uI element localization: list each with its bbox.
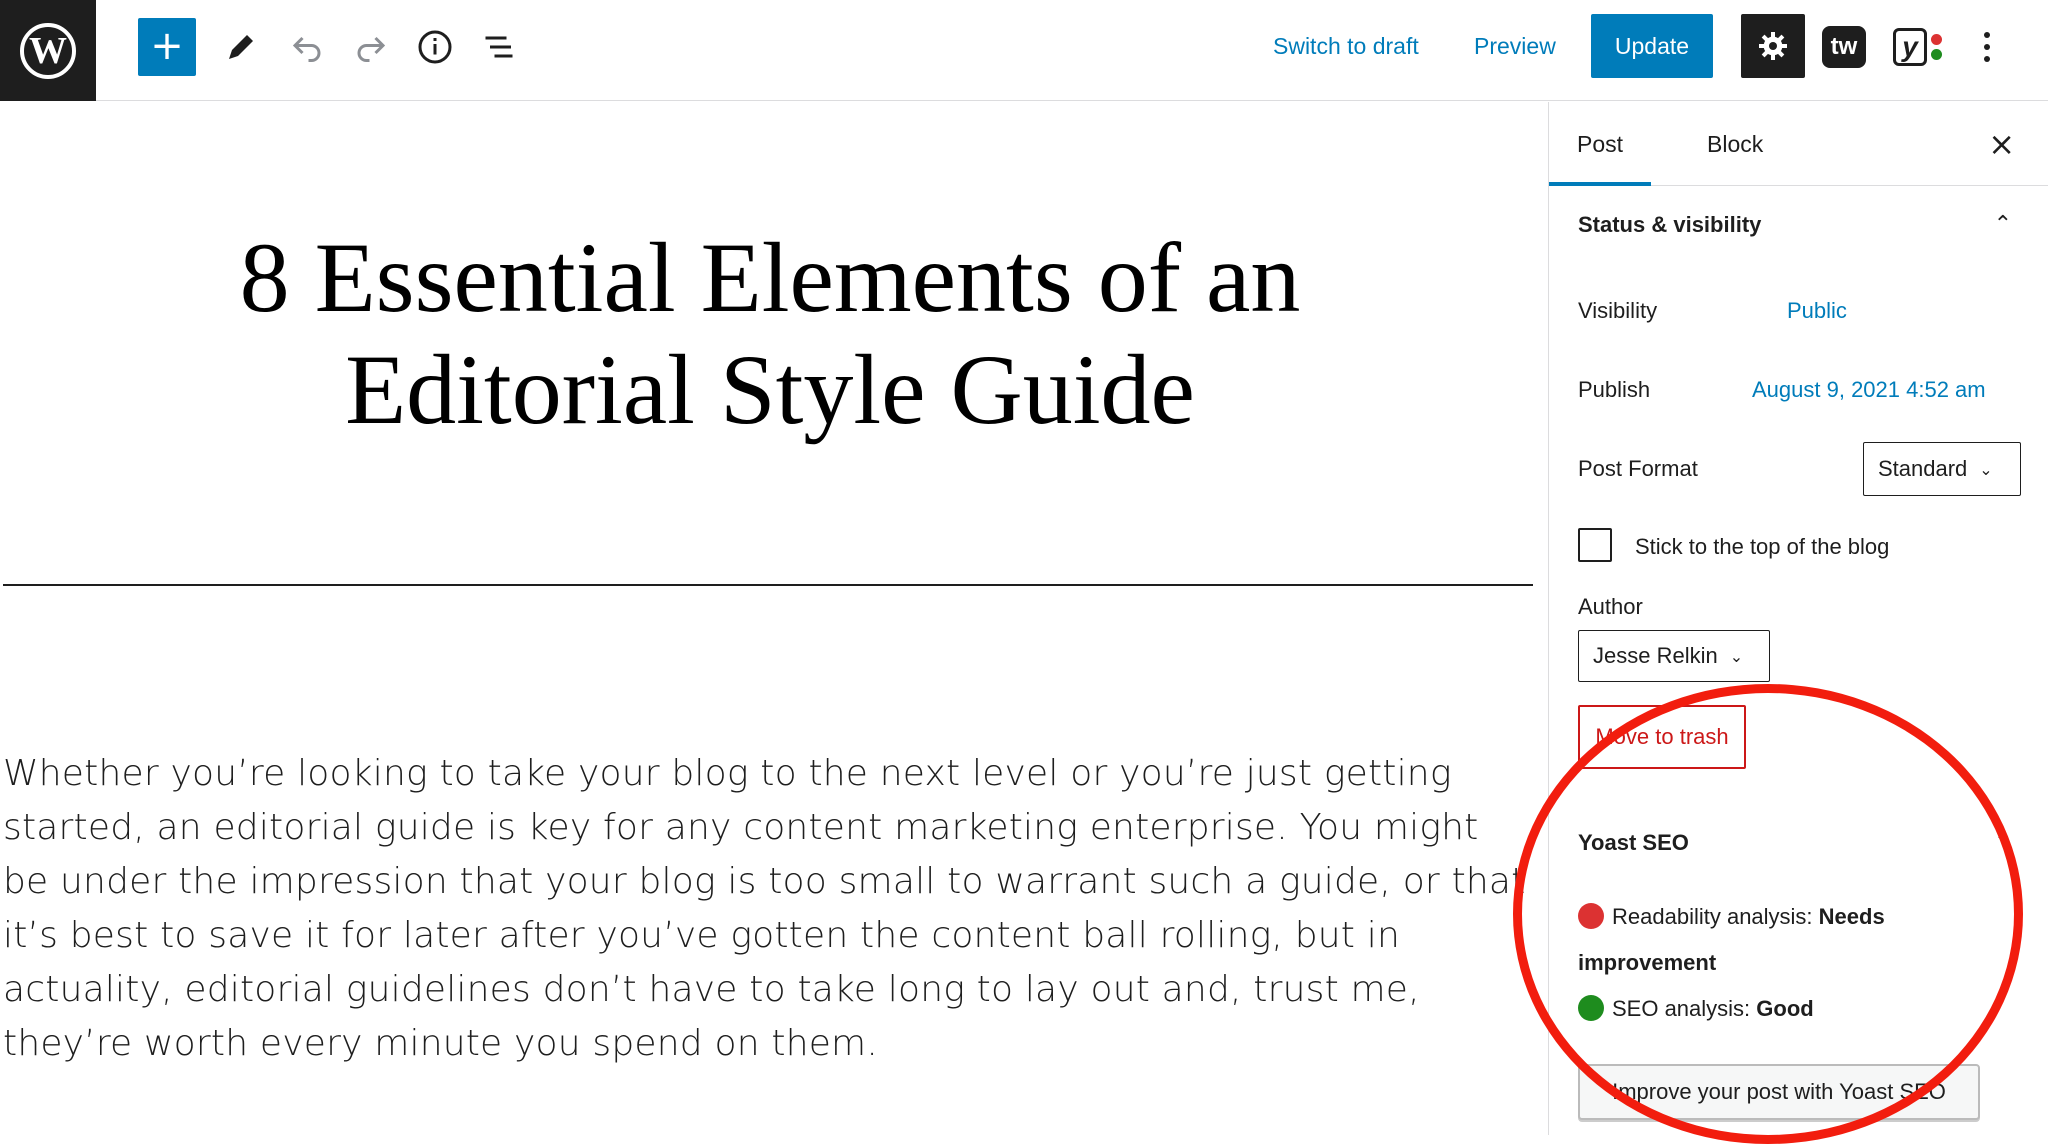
sticky-label: Stick to the top of the blog — [1635, 534, 1890, 559]
close-icon[interactable]: × — [1988, 126, 2015, 162]
gear-icon — [1759, 32, 1787, 60]
post-format-label: Post Format — [1578, 456, 1698, 481]
chevron-up-icon[interactable]: ⌃ — [1994, 830, 2012, 855]
author-value: Jesse Relkin — [1593, 643, 1718, 668]
post-format-value: Standard — [1878, 456, 1968, 481]
visibility-label: Visibility — [1578, 298, 1658, 323]
yoast-icon: y — [1893, 28, 1927, 66]
switch-to-draft-button[interactable]: Switch to draft — [1273, 28, 1419, 64]
seo-analysis: SEO analysis: Good — [1578, 986, 1998, 1032]
seo-score: Good — [1756, 996, 1814, 1021]
update-button[interactable]: Update — [1591, 14, 1713, 78]
seo-label: SEO analysis: — [1612, 996, 1757, 1021]
publish-date[interactable]: August 9, 2021 4:52 am — [1752, 377, 1986, 403]
info-icon[interactable] — [410, 22, 460, 72]
wordpress-logo-button[interactable]: W — [0, 0, 96, 101]
author-label: Author — [1578, 594, 1643, 619]
editor-toolbar: W + Switch to draft Preview Update tw y — [0, 0, 2048, 101]
improve-with-yoast-button[interactable]: Improve your post with Yoast SEO — [1578, 1064, 1980, 1120]
more-options-button[interactable] — [1972, 22, 2002, 72]
sad-face-icon — [1578, 903, 1604, 929]
readability-label: Readability analysis: — [1612, 904, 1819, 929]
settings-sidebar: Post Block × Status & visibility ⌃ Visib… — [1548, 102, 2048, 1135]
yoast-plugin-button[interactable]: y — [1893, 24, 1949, 70]
sticky-checkbox[interactable] — [1578, 528, 1612, 562]
move-to-trash-button[interactable]: Move to trash — [1578, 705, 1746, 769]
paragraph-block[interactable]: Whether you’re looking to take your blog… — [3, 747, 1533, 1071]
post-format-select[interactable]: Standard ⌄ — [1863, 442, 2021, 496]
redo-icon[interactable] — [346, 22, 396, 72]
author-select[interactable]: Jesse Relkin ⌄ — [1578, 630, 1770, 682]
sidebar-tabs: Post Block × — [1549, 102, 2048, 186]
separator-block[interactable] — [3, 584, 1533, 586]
add-block-button[interactable]: + — [138, 18, 196, 76]
chevron-down-icon: ⌄ — [1729, 646, 1744, 666]
publish-label: Publish — [1578, 377, 1651, 402]
settings-button[interactable] — [1741, 14, 1805, 78]
smile-face-icon — [1578, 995, 1604, 1021]
wordpress-icon: W — [20, 22, 76, 79]
chevron-up-icon[interactable]: ⌃ — [1994, 212, 2012, 237]
editor-canvas: 8 Essential Elements of an Editorial Sty… — [0, 102, 1548, 1135]
undo-icon[interactable] — [282, 22, 332, 72]
status-visibility-title[interactable]: Status & visibility — [1578, 212, 1761, 238]
tab-block[interactable]: Block — [1679, 102, 1791, 186]
yoast-seo-panel-title[interactable]: Yoast SEO — [1578, 830, 1689, 856]
visibility-value[interactable]: Public — [1787, 298, 1847, 324]
readability-analysis: Readability analysis: Needs improvement — [1578, 894, 1998, 986]
post-title[interactable]: 8 Essential Elements of an Editorial Sty… — [100, 222, 1440, 446]
list-view-icon[interactable] — [474, 22, 524, 72]
tw-plugin-button[interactable]: tw — [1822, 26, 1866, 68]
pencil-icon[interactable] — [216, 22, 266, 72]
chevron-down-icon: ⌄ — [1979, 459, 1993, 479]
tab-post[interactable]: Post — [1549, 102, 1652, 186]
preview-button[interactable]: Preview — [1474, 28, 1556, 64]
